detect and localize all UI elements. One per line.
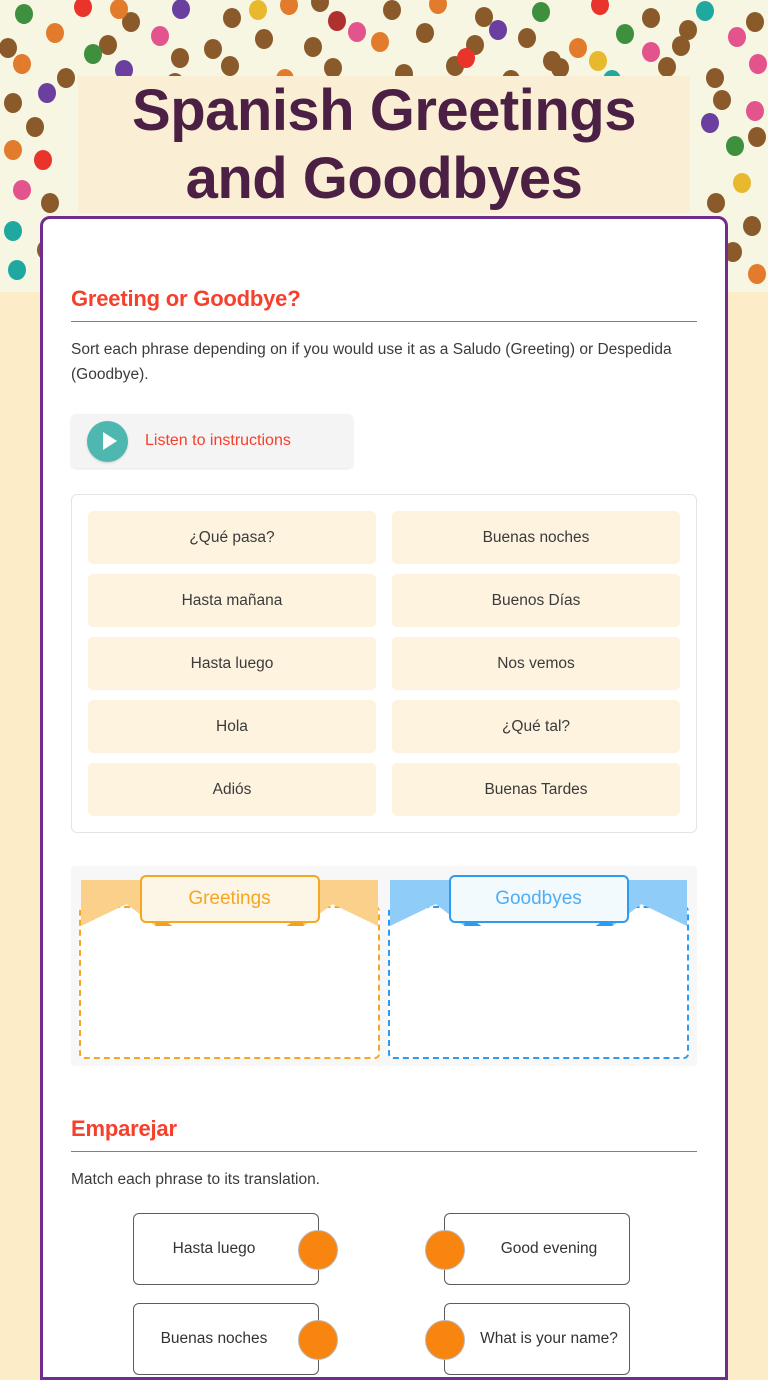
sort-section-divider xyxy=(71,321,697,322)
worksheet-card: Greeting or Goodbye? Sort each phrase de… xyxy=(40,216,728,1380)
match-cell-right: What is your name? xyxy=(384,1303,697,1377)
match-connector-dot[interactable] xyxy=(425,1230,465,1270)
match-grid: Hasta luego Good evening Buenas noches W… xyxy=(71,1213,697,1377)
match-section-divider xyxy=(71,1151,697,1152)
phrase-tile-panel: ¿Qué pasa? Buenas noches Hasta mañana Bu… xyxy=(71,494,697,833)
listen-to-instructions-button[interactable]: Listen to instructions xyxy=(71,414,353,468)
match-connector-dot[interactable] xyxy=(425,1320,465,1360)
greetings-column: Greetings xyxy=(75,866,384,1066)
sort-drop-area: Greetings Goodbyes xyxy=(71,866,697,1066)
play-icon[interactable] xyxy=(87,420,128,462)
match-section: Emparejar Match each phrase to its trans… xyxy=(71,1116,697,1377)
phrase-tile[interactable]: Hasta luego xyxy=(88,637,376,690)
goodbyes-column: Goodbyes xyxy=(384,866,693,1066)
sort-section-heading: Greeting or Goodbye? xyxy=(71,286,301,311)
match-connector-dot[interactable] xyxy=(298,1320,338,1360)
match-cell-right: Good evening xyxy=(384,1213,697,1291)
sort-section: Greeting or Goodbye? Sort each phrase de… xyxy=(71,219,697,1066)
phrase-tile[interactable]: Hasta mañana xyxy=(88,574,376,627)
match-label-left: Hasta luego xyxy=(172,1240,256,1257)
phrase-tile[interactable]: Buenas noches xyxy=(392,511,680,564)
match-label-right: What is your name? xyxy=(480,1330,618,1347)
match-label-right: Good evening xyxy=(500,1240,598,1257)
worksheet-title-banner: Spanish Greetings and Goodbyes xyxy=(78,76,690,213)
goodbyes-ribbon-tails xyxy=(390,878,687,926)
match-box-right[interactable]: What is your name? xyxy=(425,1303,630,1375)
match-label-left: Buenas noches xyxy=(160,1330,268,1347)
listen-button-label: Listen to instructions xyxy=(145,432,291,449)
phrase-tile[interactable]: ¿Qué tal? xyxy=(392,700,680,753)
page-title-line-2: and Goodbyes xyxy=(185,145,583,211)
phrase-tile[interactable]: Buenas Tardes xyxy=(392,763,680,816)
goodbyes-drop-zone[interactable] xyxy=(388,906,689,1059)
phrase-tile[interactable]: Buenos Días xyxy=(392,574,680,627)
match-connector-dot[interactable] xyxy=(298,1230,338,1270)
match-cell-left: Buenas noches xyxy=(71,1303,384,1377)
greetings-drop-zone[interactable] xyxy=(79,906,380,1059)
sort-section-description: Sort each phrase depending on if you wou… xyxy=(71,341,672,383)
phrase-tile[interactable]: ¿Qué pasa? xyxy=(88,511,376,564)
greetings-ribbon-tails xyxy=(81,878,378,926)
phrase-tile[interactable]: Nos vemos xyxy=(392,637,680,690)
phrase-tile[interactable]: Adiós xyxy=(88,763,376,816)
match-box-right[interactable]: Good evening xyxy=(425,1213,630,1285)
phrase-tile[interactable]: Hola xyxy=(88,700,376,753)
match-cell-left: Hasta luego xyxy=(71,1213,384,1291)
match-box-left[interactable]: Buenas noches xyxy=(133,1303,338,1375)
page-title-line-1: Spanish Greetings xyxy=(132,77,636,143)
match-section-heading: Emparejar xyxy=(71,1116,177,1141)
match-box-left[interactable]: Hasta luego xyxy=(133,1213,338,1285)
match-section-description: Match each phrase to its translation. xyxy=(71,1171,320,1188)
play-triangle-icon xyxy=(102,432,117,450)
